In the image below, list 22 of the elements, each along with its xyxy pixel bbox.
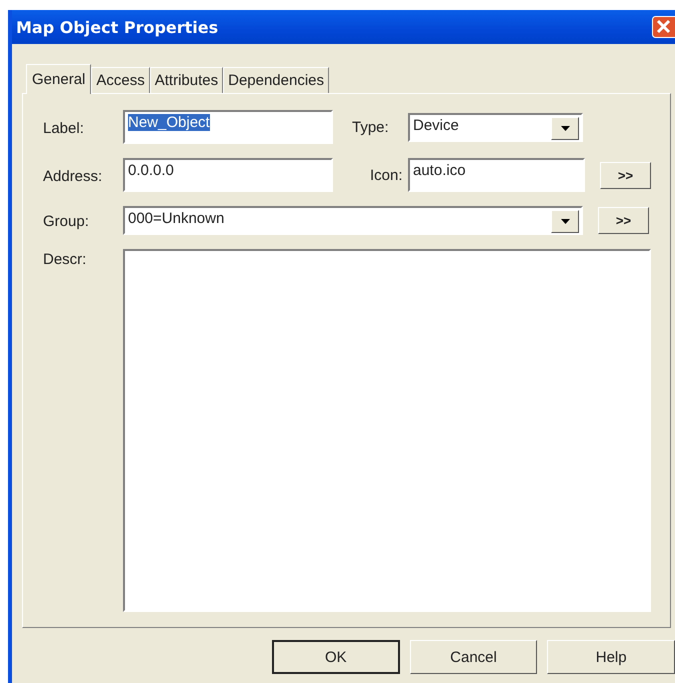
- dialog-button[interactable]: OK: [272, 640, 400, 674]
- field-label: Group:: [43, 212, 90, 230]
- window-title: Map Object Properties: [15, 18, 218, 36]
- close-icon[interactable]: [652, 16, 675, 38]
- tab[interactable]: Dependencies: [223, 67, 330, 93]
- input-field[interactable]: auto.ico: [408, 158, 585, 192]
- dropdown[interactable]: Device: [408, 112, 583, 142]
- browse-button[interactable]: >>: [600, 162, 651, 188]
- field-label: Icon:: [370, 166, 404, 184]
- field-label: Descr:: [43, 250, 88, 268]
- tab[interactable]: Access: [91, 67, 150, 93]
- dropdown[interactable]: 000=Unknown: [123, 206, 583, 235]
- dialog-button[interactable]: Help: [547, 640, 675, 674]
- field-label: Address:: [43, 166, 104, 184]
- input-field[interactable]: New_Object: [123, 110, 333, 144]
- dialog-button[interactable]: Cancel: [410, 640, 538, 674]
- tab[interactable]: Attributes: [150, 67, 224, 93]
- field-label: Label:: [43, 118, 85, 136]
- input-field[interactable]: 0.0.0.0: [123, 158, 333, 192]
- field-label: Type:: [352, 118, 390, 136]
- tab[interactable]: General: [26, 64, 92, 94]
- browse-button[interactable]: >>: [598, 207, 649, 234]
